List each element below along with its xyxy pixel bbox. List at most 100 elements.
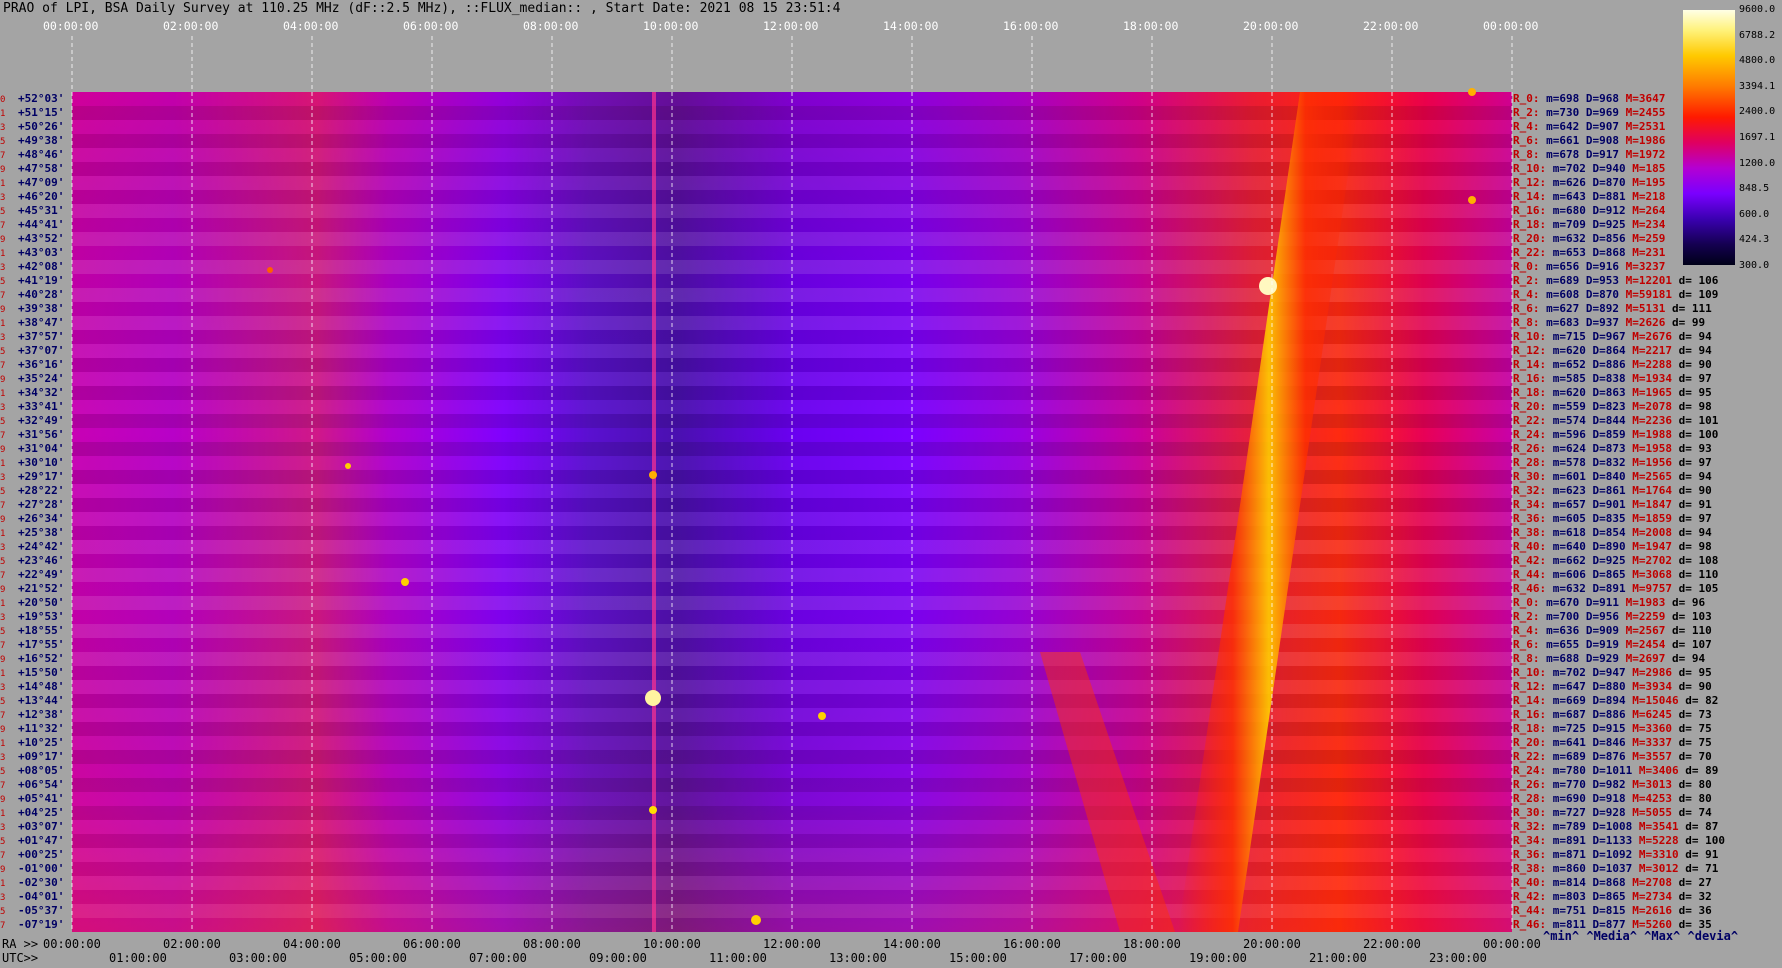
- declination-value: +23°46': [18, 554, 65, 567]
- stat-med: D=838: [1592, 372, 1633, 385]
- stat-row: R_14: m=652 D=886 M=2288 d= 90: [1513, 359, 1712, 371]
- declination-value: +12°38': [18, 708, 65, 721]
- declination-label: 7 -07°19': [0, 919, 72, 932]
- declination-value: +17°55': [18, 638, 65, 651]
- stat-max: M=2676: [1632, 330, 1679, 343]
- row-index: 1: [0, 529, 6, 539]
- stat-dev: d= 100: [1678, 428, 1719, 441]
- stat-row: R_0: m=698 D=968 M=3647: [1513, 93, 1665, 105]
- stat-dev: d= 89: [1685, 764, 1719, 777]
- row-index: 9: [0, 865, 6, 875]
- bright-source: [1259, 277, 1277, 295]
- stat-min: m=678: [1546, 148, 1586, 161]
- stat-dev: d= 70: [1678, 750, 1712, 763]
- stat-row: R_16: m=680 D=912 M=264: [1513, 205, 1665, 217]
- stat-row: R_2: m=730 D=969 M=2455: [1513, 107, 1665, 119]
- stat-dev: d= 75: [1678, 722, 1712, 735]
- top-time-tick: 02:00:00: [163, 19, 219, 33]
- utc-tick: 09:00:00: [589, 951, 647, 965]
- utc-tick: 19:00:00: [1189, 951, 1247, 965]
- stat-med: D=1037: [1592, 862, 1639, 875]
- row-index: 9: [0, 235, 6, 245]
- stat-row: R_4: m=636 D=909 M=2567 d= 110: [1513, 625, 1712, 637]
- stat-max: M=2986: [1632, 666, 1679, 679]
- row-index: 7: [0, 711, 6, 721]
- stat-name: R_40:: [1513, 540, 1553, 553]
- stat-row: R_34: m=657 D=901 M=1847 d= 91: [1513, 499, 1712, 511]
- utc-tick: 05:00:00: [349, 951, 407, 965]
- top-time-tick: 10:00:00: [643, 19, 699, 33]
- stat-dev: d= 73: [1678, 708, 1712, 721]
- declination-value: -02°30': [18, 876, 65, 889]
- declination-value: +47°09': [18, 176, 65, 189]
- declination-label: 5 +01°47': [0, 835, 72, 848]
- declination-label: 7 +40°28': [0, 289, 72, 302]
- stat-dev: d= 80: [1678, 792, 1712, 805]
- stat-min: m=687: [1552, 708, 1593, 721]
- stat-min: m=636: [1546, 624, 1586, 637]
- stat-med: D=890: [1592, 540, 1633, 553]
- stat-max: M=9757: [1632, 582, 1679, 595]
- stat-max: M=1947: [1632, 540, 1679, 553]
- stat-row: R_46: m=632 D=891 M=9757 d= 105: [1513, 583, 1718, 595]
- stat-name: R_20:: [1513, 232, 1553, 245]
- declination-value: +18°55': [18, 624, 65, 637]
- declination-label: 1 +04°25': [0, 807, 72, 820]
- declination-label: 5 +08°05': [0, 765, 72, 778]
- source-stripe: [652, 92, 656, 932]
- stat-name: R_10:: [1513, 666, 1553, 679]
- row-index: 3: [0, 473, 6, 483]
- stat-min: m=814: [1552, 876, 1593, 889]
- stat-row: R_22: m=574 D=844 M=2236 d= 101: [1513, 415, 1718, 427]
- stat-dev: d= 90: [1678, 484, 1712, 497]
- stat-min: m=709: [1552, 218, 1593, 231]
- stat-med: D=912: [1592, 204, 1633, 217]
- stat-max: M=3013: [1632, 778, 1679, 791]
- stat-dev: d= 75: [1678, 736, 1712, 749]
- stat-min: m=585: [1552, 372, 1593, 385]
- stat-name: R_12:: [1513, 680, 1553, 693]
- declination-value: +44°41': [18, 218, 65, 231]
- stat-max: M=2531: [1625, 120, 1666, 133]
- stat-name: R_36:: [1513, 512, 1553, 525]
- stat-name: R_40:: [1513, 876, 1553, 889]
- stat-min: m=700: [1546, 610, 1586, 623]
- stat-min: m=780: [1552, 764, 1593, 777]
- colorbar-tick: 9600.0: [1739, 4, 1776, 15]
- row-index: 3: [0, 543, 6, 553]
- stat-max: M=1972: [1625, 148, 1666, 161]
- ra-tick: 16:00:00: [1003, 937, 1061, 951]
- declination-label: 7 +27°28': [0, 499, 72, 512]
- stat-med: D=832: [1592, 456, 1633, 469]
- row-index: 5: [0, 207, 6, 217]
- stat-max: M=2008: [1632, 526, 1679, 539]
- stat-max: M=12201: [1625, 274, 1679, 287]
- stat-min: m=657: [1552, 498, 1593, 511]
- stat-med: D=844: [1592, 414, 1633, 427]
- ra-tick: 18:00:00: [1123, 937, 1181, 951]
- stat-max: M=1988: [1632, 428, 1679, 441]
- declination-value: +27°28': [18, 498, 65, 511]
- stat-name: R_6:: [1513, 302, 1547, 315]
- stat-min: m=715: [1552, 330, 1593, 343]
- stat-med: D=908: [1585, 134, 1626, 147]
- stat-med: D=919: [1585, 638, 1626, 651]
- stat-dev: d= 111: [1671, 302, 1712, 315]
- stat-dev: d= 71: [1685, 862, 1719, 875]
- stat-row: R_18: m=725 D=915 M=3360 d= 75: [1513, 723, 1712, 735]
- stat-row: R_22: m=653 D=868 M=231: [1513, 247, 1665, 259]
- stat-max: M=2734: [1632, 890, 1679, 903]
- declination-value: +24°42': [18, 540, 65, 553]
- stat-row: R_0: m=670 D=911 M=1983 d= 96: [1513, 597, 1705, 609]
- colorbar-tick: 3394.1: [1739, 80, 1776, 92]
- declination-label: 5 +13°44': [0, 695, 72, 708]
- row-index: 1: [0, 319, 6, 329]
- declination-label: 9 +35°24': [0, 373, 72, 386]
- stat-med: D=1011: [1592, 764, 1639, 777]
- stat-max: M=195: [1632, 176, 1666, 189]
- colorbar-tick: 4800.0: [1739, 55, 1776, 67]
- stat-dev: d= 27: [1678, 876, 1712, 889]
- declination-value: +39°38': [18, 302, 65, 315]
- stat-row: R_8: m=683 D=937 M=2626 d= 99: [1513, 317, 1705, 329]
- stat-dev: d= 96: [1671, 596, 1706, 609]
